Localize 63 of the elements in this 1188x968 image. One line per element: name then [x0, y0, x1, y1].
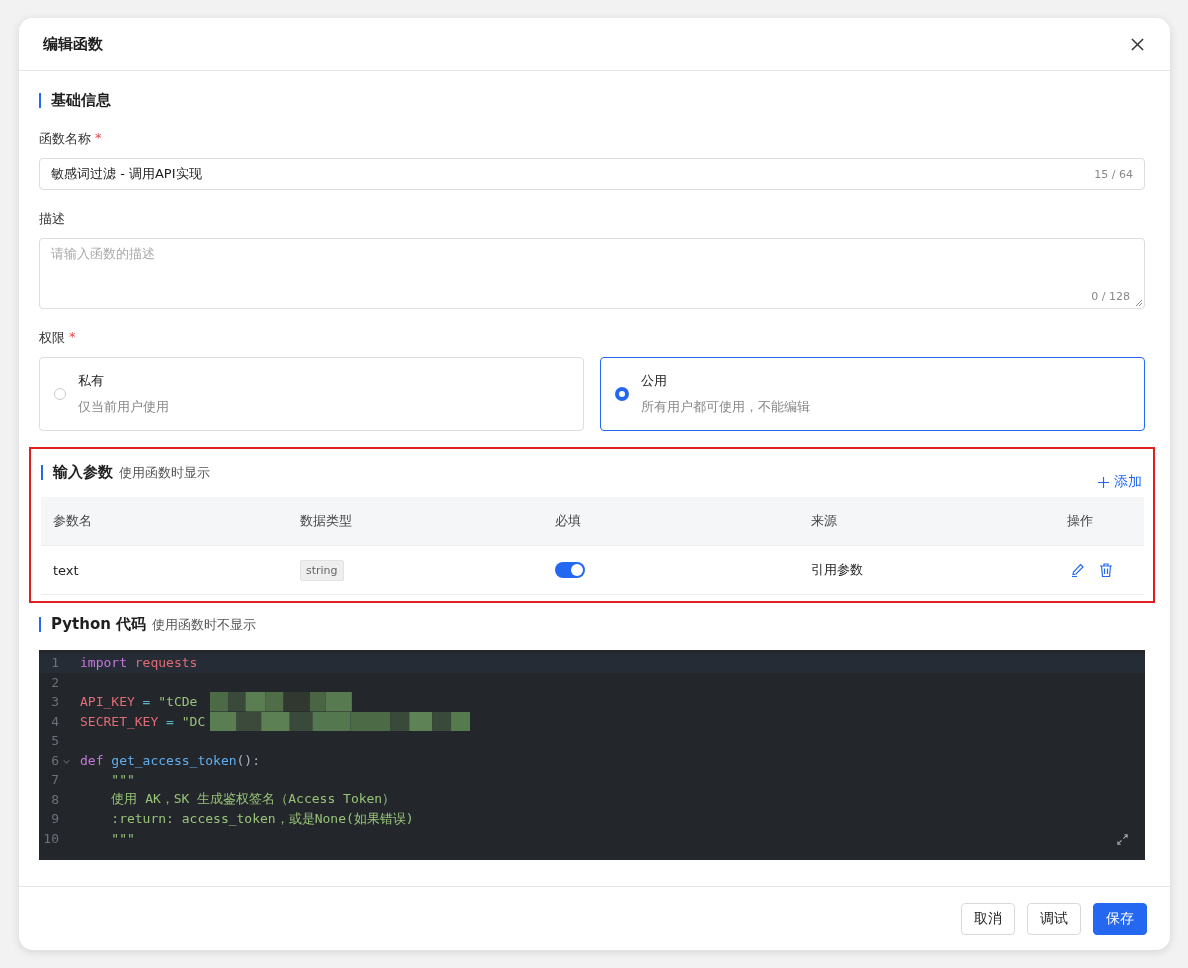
footer-button[interactable]: 取消: [961, 902, 1015, 935]
column-header: 数据类型: [300, 512, 353, 530]
code-line: """: [110, 772, 135, 788]
code-line: import requests: [80, 655, 198, 671]
option-hint: 仅当前用户使用: [78, 398, 169, 416]
footer-button[interactable]: 调试: [1027, 902, 1081, 935]
input-value: 敏感词过滤 - 调用API实现: [51, 165, 202, 183]
required-mark: *: [95, 130, 102, 147]
line-number: 6: [50, 752, 59, 768]
delete-icon[interactable]: [1098, 562, 1114, 578]
toggle-switch[interactable]: [555, 562, 585, 578]
option-hint: 所有用户都可使用，不能编辑: [641, 398, 810, 416]
section-title: 输入参数: [53, 463, 113, 482]
placeholder: 请输入函数的描述: [51, 246, 155, 261]
code-line: """: [110, 830, 135, 846]
section-subtitle: 使用函数时显示: [119, 463, 210, 482]
close-icon[interactable]: [1131, 37, 1144, 51]
option-title: 私有: [78, 372, 105, 390]
dialog-title: 编辑函数: [43, 34, 103, 54]
field-label: 权限: [39, 329, 65, 347]
section-subtitle: 使用函数时不显示: [152, 615, 257, 634]
plus-icon: [1098, 476, 1109, 488]
line-number: 7: [50, 772, 59, 788]
code-line: SECRET_KEY = "DC: [80, 713, 206, 729]
section-title: Python 代码: [51, 615, 147, 634]
type-tag: string: [300, 559, 344, 581]
radio-button[interactable]: [615, 387, 629, 401]
code-line: :return: access_token，或是None(如果错误): [110, 809, 414, 828]
line-number: 1: [50, 655, 59, 671]
line-number: 2: [50, 674, 59, 690]
permission-option[interactable]: 私有 仅当前用户使用: [39, 357, 584, 431]
description-field[interactable]: 请输入函数的描述 0 / 128: [39, 238, 1145, 309]
line-number: 3: [50, 694, 59, 710]
char-counter: 0 / 128: [1091, 290, 1130, 303]
line-number: 4: [50, 713, 59, 729]
line-number: 8: [50, 791, 59, 807]
edit-icon[interactable]: [1070, 562, 1086, 578]
table-cell-text: 引用参数: [811, 561, 864, 579]
field-label: 描述: [39, 210, 65, 228]
expand-icon[interactable]: [1116, 833, 1129, 846]
line-number: 5: [50, 733, 59, 749]
code-line: def get_access_token():: [80, 752, 261, 768]
add-button[interactable]: 添加: [1098, 473, 1142, 491]
option-title: 公用: [641, 372, 668, 390]
code-editor[interactable]: 1 import requests 2 3 API_KEY = "tCDe 4 SECRET_KEY = "DC 5 6 def get_access_token(): 7 """ 8 使用 AK，SK 生成鉴权签名（Access Token） 9 :return: access_token，或是None(如果错误) 10 """: [39, 650, 1145, 860]
required-mark: *: [69, 329, 76, 346]
name-input-field[interactable]: 敏感词过滤 - 调用API实现 15 / 64: [39, 158, 1145, 190]
char-counter: 15 / 64: [1094, 167, 1133, 181]
resize-handle-icon[interactable]: [1135, 299, 1143, 307]
code-line: API_KEY = "tCDe: [80, 694, 198, 710]
table-cell-text: text: [52, 562, 80, 578]
column-header: 来源: [811, 512, 838, 530]
section-title: 基础信息: [51, 91, 111, 110]
save-button[interactable]: 保存: [1093, 902, 1147, 935]
column-header: 必填: [555, 512, 582, 530]
column-header: 参数名: [52, 512, 93, 530]
field-label: 函数名称: [39, 130, 91, 148]
code-line: 使用 AK，SK 生成鉴权签名（Access Token）: [110, 790, 396, 809]
line-number: 9: [50, 811, 59, 827]
permission-option[interactable]: 公用 所有用户都可使用，不能编辑: [600, 357, 1145, 431]
line-number: 10: [42, 830, 59, 846]
column-header: 操作: [1067, 512, 1094, 530]
fold-caret-icon[interactable]: [63, 759, 70, 766]
